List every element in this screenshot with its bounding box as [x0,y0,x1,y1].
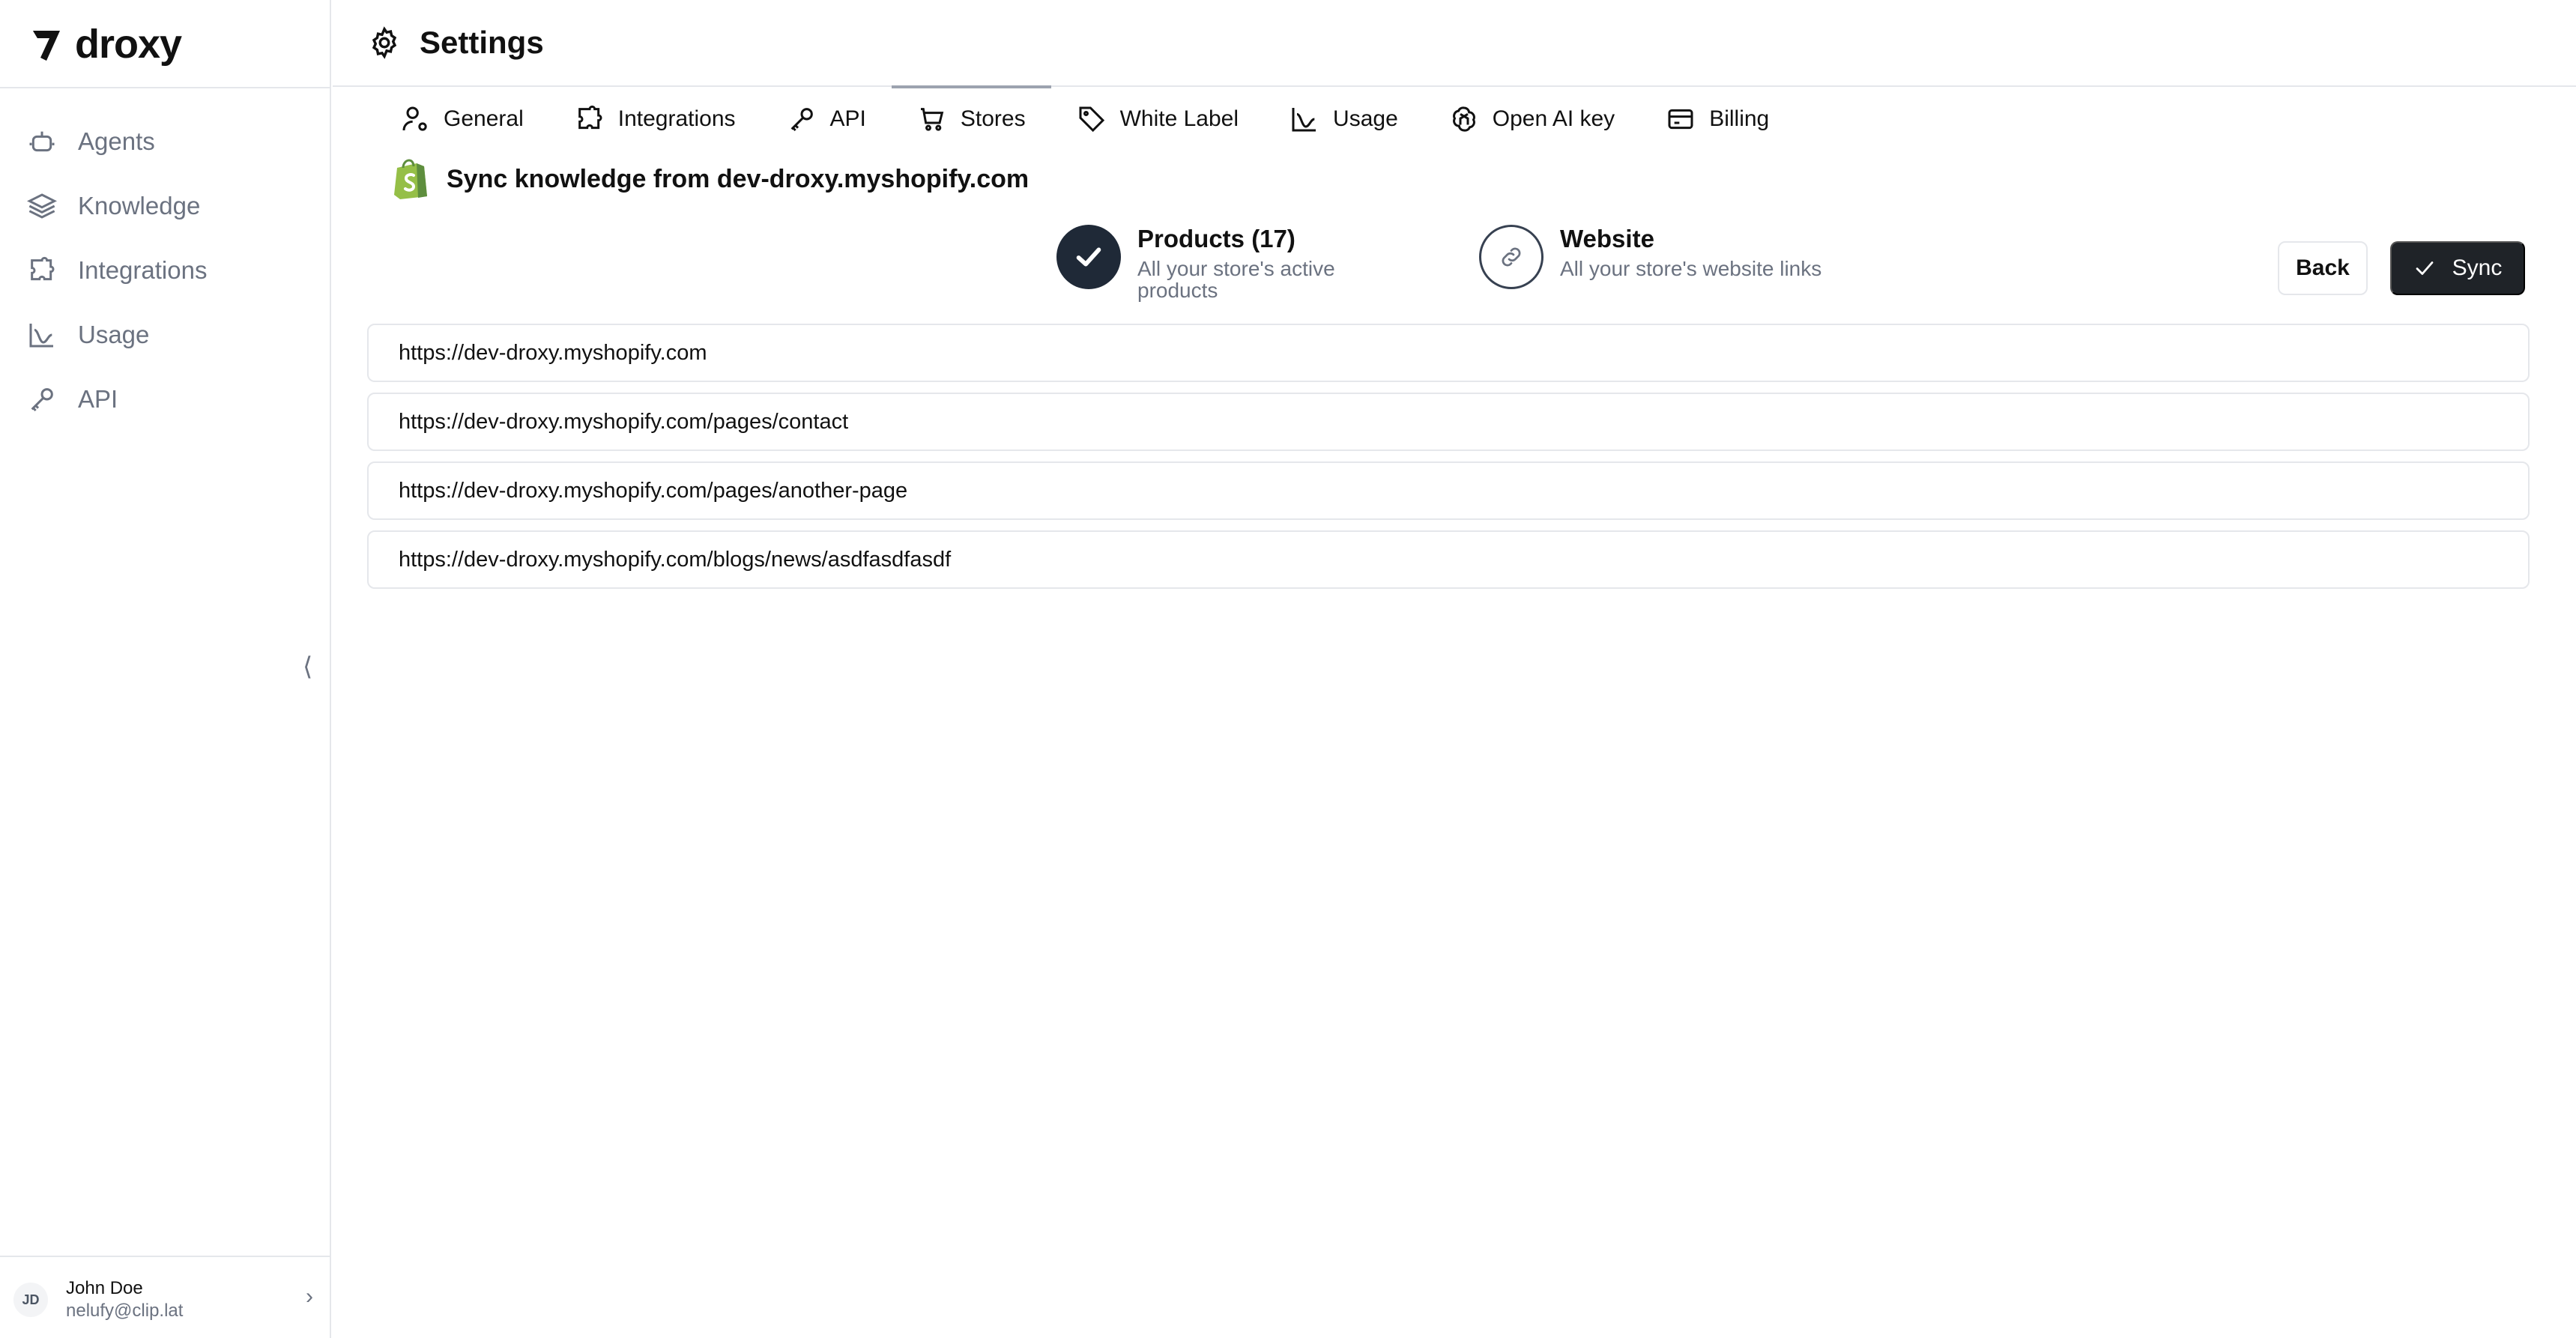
tab-label: White Label [1119,106,1239,131]
step-title: Website [1560,225,1654,252]
sidebar-item-label: Agents [78,127,155,155]
tab-open-ai-key[interactable]: Open AI key [1424,88,1640,150]
check-icon [2416,261,2434,275]
puzzle-icon [31,256,55,281]
shopify-icon [394,159,427,199]
tab-api[interactable]: API [761,88,892,150]
page-title: Settings [420,25,544,60]
url-list: https://dev-droxy.myshopify.com https://… [367,324,2530,599]
user-email: nelufy@clip.lat [66,1301,184,1321]
collapse-sidebar-icon[interactable]: ⟨ [303,652,312,682]
sync-title: Sync knowledge from dev-droxy.myshopify.… [447,164,1030,193]
tab-stores[interactable]: Stores [891,85,1051,150]
tab-label: API [829,106,866,131]
tab-label: Usage [1333,106,1398,131]
sidebar-item-agents[interactable]: Agents [27,109,312,174]
list-item[interactable]: https://dev-droxy.myshopify.com [367,324,2530,382]
user-name: John Doe [66,1278,143,1298]
sidebar-item-label: Integrations [78,256,208,284]
list-item[interactable]: https://dev-droxy.myshopify.com/pages/co… [367,393,2530,451]
sidebar-divider [0,87,330,88]
key-icon [790,108,813,132]
step-current-indicator [1479,225,1544,289]
check-icon [1076,247,1101,267]
step-done-indicator [1056,225,1121,289]
tab-integrations[interactable]: Integrations [549,88,761,150]
cart-icon [920,108,944,131]
tab-billing[interactable]: Billing [1640,88,1795,150]
sidebar: droxy Agents Knowledge Integrations Usag… [0,0,331,1338]
tab-label: Open AI key [1492,106,1615,131]
tab-label: General [444,106,524,131]
key-icon [31,388,53,412]
sidebar-item-knowledge[interactable]: Knowledge [27,174,312,238]
settings-tabs: General Integrations API Stores White La… [375,85,1795,150]
logo[interactable]: droxy [30,19,182,69]
puzzle-icon [578,105,602,130]
list-item[interactable]: https://dev-droxy.myshopify.com/pages/an… [367,461,2530,520]
avatar: JD [13,1283,48,1317]
brand-name: droxy [75,22,182,67]
sidebar-item-usage[interactable]: Usage [27,303,312,367]
user-gear-icon [402,106,427,131]
sync-heading: Sync knowledge from dev-droxy.myshopify.… [391,154,1029,204]
step-text: Products (17) All your store's active pr… [1137,225,1392,301]
sidebar-item-api[interactable]: API [27,367,312,432]
tab-label: Stores [960,106,1026,131]
openai-icon [1452,106,1475,132]
step-text: Website All your store's website links [1560,225,1821,279]
user-menu[interactable]: JD John Doe nelufy@clip.lat › [13,1274,313,1326]
sidebar-nav: Agents Knowledge Integrations Usage API [27,109,312,432]
step-description: All your store's active products [1137,257,1335,302]
app: droxy Agents Knowledge Integrations Usag… [0,0,2576,1338]
tab-label: Billing [1709,106,1770,131]
chart-icon [29,324,53,348]
sidebar-item-label: Usage [78,321,150,348]
tab-general[interactable]: General [375,88,549,150]
user-info: John Doe nelufy@clip.lat [66,1277,183,1322]
step-products[interactable]: Products (17) All your store's active pr… [1056,225,1416,301]
back-button[interactable]: Back [2278,241,2368,295]
gear-icon [372,26,397,59]
chevron-right-icon: › [306,1284,313,1309]
chart-icon [1292,108,1316,132]
step-title: Products (17) [1137,225,1295,252]
sync-button-label: Sync [2452,255,2503,280]
tab-usage[interactable]: Usage [1264,88,1424,150]
user-divider [0,1256,330,1257]
tab-label: Integrations [617,106,736,131]
step-description: All your store's website links [1560,257,1822,280]
sidebar-item-integrations[interactable]: Integrations [27,238,312,303]
card-icon [1668,109,1693,130]
sidebar-item-label: Knowledge [78,192,201,220]
list-item[interactable]: https://dev-droxy.myshopify.com/blogs/ne… [367,530,2530,589]
page-header: Settings [333,0,2576,87]
sync-button[interactable]: Sync [2390,241,2525,295]
link-icon [1502,247,1521,267]
tag-icon [1079,106,1104,133]
droxy-logo-icon [33,31,60,61]
layers-icon [27,193,57,219]
tab-white-label[interactable]: White Label [1051,88,1264,150]
sidebar-item-label: API [78,385,118,413]
step-website[interactable]: Website All your store's website links [1479,225,1929,289]
bot-icon [29,131,55,152]
